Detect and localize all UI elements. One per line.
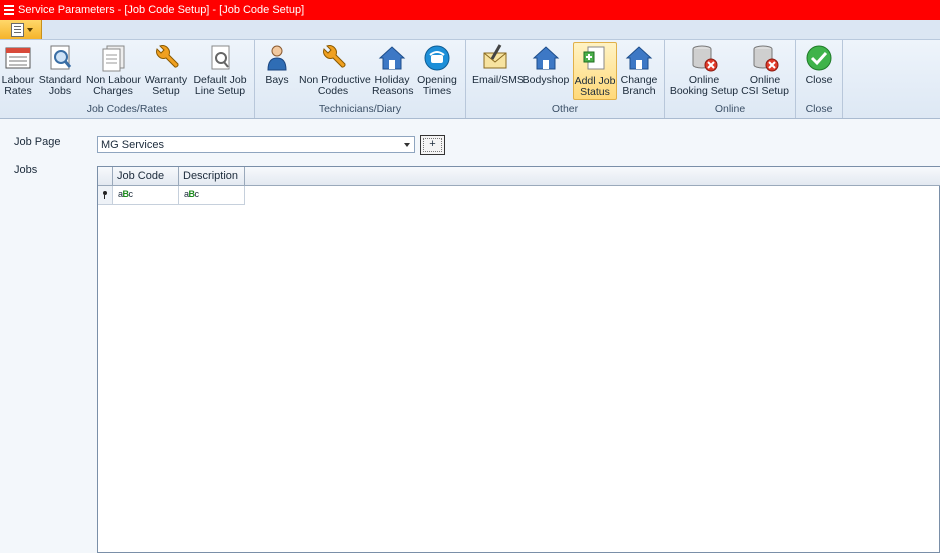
job-page-value: MG Services bbox=[101, 139, 164, 151]
database-error-icon bbox=[750, 43, 780, 73]
non-productive-codes-button[interactable]: Non Productive Codes bbox=[299, 42, 371, 100]
jobs-grid[interactable]: Job Code Description aBc aBc bbox=[97, 166, 940, 553]
addl-job-status-button[interactable]: Addl Job Status bbox=[573, 42, 617, 100]
window-title: Service Parameters - [Job Code Setup] - … bbox=[18, 4, 305, 16]
ribbon-group-close: Close Close bbox=[796, 40, 843, 118]
change-branch-button[interactable]: Change Branch bbox=[619, 42, 659, 100]
wrench-icon bbox=[318, 43, 348, 73]
phone-icon bbox=[422, 43, 452, 73]
bays-label-line1: Bays bbox=[265, 74, 289, 86]
text-filter-icon: aBc bbox=[118, 189, 133, 199]
non-labour-charges-icon bbox=[98, 43, 128, 73]
checkmark-icon bbox=[804, 43, 834, 73]
application-menu-button[interactable] bbox=[0, 20, 42, 39]
online-booking-setup-label-line2: Booking Setup bbox=[669, 85, 739, 97]
ribbon-group-other: Email/SMS Bodyshop Addl Job Status Chang… bbox=[466, 40, 665, 118]
house-icon bbox=[377, 43, 407, 73]
ribbon-group-label: Job Codes/Rates bbox=[86, 103, 168, 115]
online-booking-setup-button[interactable]: Online Booking Setup bbox=[669, 42, 739, 100]
ribbon: Labour Rates Standard Jobs Non Labour Ch… bbox=[0, 40, 940, 119]
filter-cell-description[interactable]: aBc bbox=[179, 186, 245, 205]
opening-times-button[interactable]: Opening Times bbox=[416, 42, 458, 100]
standard-jobs-label-line2: Jobs bbox=[48, 85, 72, 97]
bodyshop-label-line1: Bodyshop bbox=[522, 74, 570, 86]
job-page-dropdown[interactable]: MG Services bbox=[97, 136, 415, 153]
wrench-icon bbox=[151, 43, 181, 73]
holiday-reasons-label-line2: Reasons bbox=[372, 85, 414, 97]
filter-row-indicator bbox=[98, 186, 113, 205]
bays-button[interactable]: Bays bbox=[261, 42, 293, 100]
left-panel bbox=[0, 119, 97, 553]
house-icon bbox=[531, 43, 561, 73]
person-icon bbox=[262, 43, 292, 73]
labour-rates-icon bbox=[3, 43, 33, 73]
close-button[interactable]: Close bbox=[800, 42, 838, 100]
change-branch-label-line2: Branch bbox=[622, 85, 656, 97]
non-labour-charges-label-line2: Charges bbox=[93, 85, 133, 97]
document-add-icon bbox=[580, 44, 610, 74]
holiday-reasons-button[interactable]: Holiday Reasons bbox=[372, 42, 414, 100]
ribbon-group-online: Online Booking Setup Online CSI Setup On… bbox=[665, 40, 796, 118]
ribbon-group-label: Technicians/Diary bbox=[318, 103, 402, 115]
warranty-setup-button[interactable]: Warranty Setup bbox=[143, 42, 189, 100]
email-sms-label-line1: Email/SMS bbox=[472, 74, 524, 86]
warranty-setup-label-line2: Setup bbox=[152, 85, 180, 97]
column-header-job-code[interactable]: Job Code bbox=[113, 167, 179, 185]
document-search-icon bbox=[205, 43, 235, 73]
grid-header: Job Code Description bbox=[98, 167, 940, 186]
non-labour-charges-button[interactable]: Non Labour Charges bbox=[86, 42, 141, 100]
text-filter-icon: aBc bbox=[184, 189, 199, 199]
ribbon-group-label: Online bbox=[714, 103, 746, 115]
labour-rates-label-line2: Rates bbox=[4, 85, 32, 97]
document-icon bbox=[11, 23, 24, 37]
focus-rectangle bbox=[423, 138, 442, 152]
chevron-down-icon[interactable] bbox=[404, 143, 410, 147]
standard-jobs-button[interactable]: Standard Jobs bbox=[38, 42, 82, 100]
non-productive-codes-label-line2: Codes bbox=[317, 85, 349, 97]
house-icon bbox=[624, 43, 654, 73]
email-sms-button[interactable]: Email/SMS bbox=[472, 42, 524, 100]
job-page-label: Job Page bbox=[14, 136, 61, 148]
close-label-line1: Close bbox=[805, 74, 833, 86]
standard-jobs-icon bbox=[45, 43, 75, 73]
online-csi-setup-label-line2: CSI Setup bbox=[741, 85, 789, 97]
add-job-page-button[interactable]: + bbox=[420, 135, 445, 155]
chevron-down-icon bbox=[27, 28, 33, 32]
column-header-description[interactable]: Description bbox=[179, 167, 245, 185]
ribbon-group-label: Other bbox=[551, 103, 579, 115]
online-csi-setup-button[interactable]: Online CSI Setup bbox=[741, 42, 789, 100]
addl-job-status-label-line2: Status bbox=[580, 86, 610, 98]
hamburger-menu-icon[interactable] bbox=[4, 5, 14, 15]
ribbon-group-technicians-diary: Bays Non Productive Codes Holiday Reason… bbox=[255, 40, 466, 118]
default-job-line-setup-label-line2: Line Setup bbox=[194, 85, 246, 97]
jobs-label: Jobs bbox=[14, 164, 38, 176]
ribbon-group-label: Close bbox=[805, 103, 833, 115]
opening-times-label-line2: Times bbox=[422, 85, 452, 97]
quick-access-bar bbox=[0, 20, 940, 40]
email-pencil-icon bbox=[480, 43, 510, 73]
database-error-icon bbox=[689, 43, 719, 73]
title-bar: Service Parameters - [Job Code Setup] - … bbox=[0, 0, 940, 20]
labour-rates-button[interactable]: Labour Rates bbox=[0, 42, 36, 100]
row-indicator-header bbox=[98, 167, 113, 185]
bodyshop-button[interactable]: Bodyshop bbox=[522, 42, 570, 100]
filter-cell-job-code[interactable]: aBc bbox=[113, 186, 179, 205]
default-job-line-setup-button[interactable]: Default Job Line Setup bbox=[192, 42, 248, 100]
pin-icon bbox=[103, 191, 107, 199]
ribbon-group-job-codes-rates: Labour Rates Standard Jobs Non Labour Ch… bbox=[0, 40, 255, 118]
